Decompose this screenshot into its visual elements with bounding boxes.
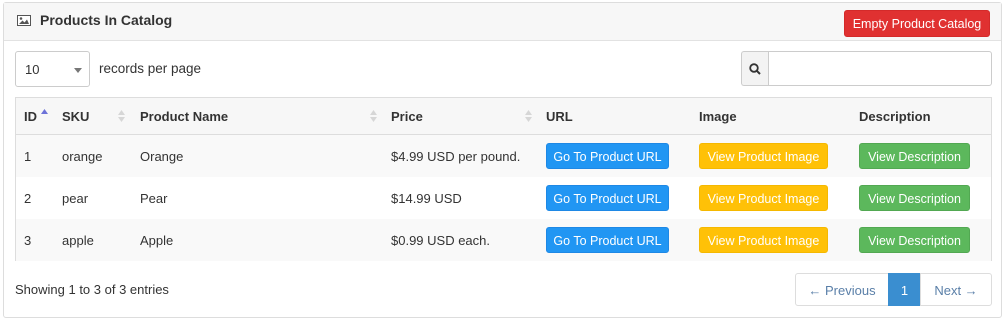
search-addon xyxy=(741,51,768,86)
page-1-button[interactable]: 1 xyxy=(888,273,921,306)
table-row: 2 pear Pear $14.99 USD Go To Product URL… xyxy=(16,177,991,219)
cell-id: 1 xyxy=(24,149,32,164)
entries-info: Showing 1 to 3 of 3 entries xyxy=(15,282,169,297)
view-description-button[interactable]: View Description xyxy=(859,227,970,253)
cell-product-name: Pear xyxy=(140,191,168,206)
table-header: ID SKU Product Name Price URL Image Desc… xyxy=(16,98,991,135)
cell-sku: apple xyxy=(62,233,94,248)
header-price[interactable]: Price xyxy=(391,109,423,124)
cell-price: $4.99 USD per pound. xyxy=(391,149,521,164)
header-sku[interactable]: SKU xyxy=(62,109,89,124)
view-product-image-button[interactable]: View Product Image xyxy=(699,143,828,169)
search-input[interactable] xyxy=(768,51,992,86)
header-id[interactable]: ID xyxy=(24,109,37,124)
records-per-page-value: 10 xyxy=(25,62,40,77)
cell-id: 2 xyxy=(24,191,32,206)
next-page-button[interactable]: Next → xyxy=(920,273,992,306)
cell-product-name: Apple xyxy=(140,233,174,248)
sort-asc-icon[interactable] xyxy=(41,109,48,123)
sort-icon[interactable] xyxy=(525,109,532,123)
table-row: 1 orange Orange $4.99 USD per pound. Go … xyxy=(16,135,991,177)
empty-catalog-button[interactable]: Empty Product Catalog xyxy=(844,10,990,37)
cell-price: $14.99 USD xyxy=(391,191,462,206)
records-per-page-label: records per page xyxy=(99,61,202,76)
header-image: Image xyxy=(699,109,737,124)
view-product-image-button[interactable]: View Product Image xyxy=(699,227,828,253)
panel-header: Products In Catalog Empty Product Catalo… xyxy=(4,3,1001,41)
cell-sku: pear xyxy=(62,191,89,206)
go-to-product-url-button[interactable]: Go To Product URL xyxy=(546,185,669,211)
view-description-button[interactable]: View Description xyxy=(859,143,970,169)
image-icon xyxy=(17,15,31,26)
header-url: URL xyxy=(546,109,573,124)
sort-icon[interactable] xyxy=(370,109,377,123)
header-description: Description xyxy=(859,109,931,124)
go-to-product-url-button[interactable]: Go To Product URL xyxy=(546,227,669,253)
cell-sku: orange xyxy=(62,149,103,164)
chevron-down-icon xyxy=(74,68,82,73)
products-panel: Products In Catalog Empty Product Catalo… xyxy=(3,2,1002,318)
records-per-page-select[interactable]: 10 xyxy=(15,51,90,87)
search-icon xyxy=(749,63,761,75)
products-table: ID SKU Product Name Price URL Image Desc… xyxy=(15,97,992,261)
sort-icon[interactable] xyxy=(118,109,125,123)
cell-id: 3 xyxy=(24,233,32,248)
view-product-image-button[interactable]: View Product Image xyxy=(699,185,828,211)
panel-title: Products In Catalog xyxy=(40,12,173,28)
cell-price: $0.99 USD each. xyxy=(391,233,491,248)
go-to-product-url-button[interactable]: Go To Product URL xyxy=(546,143,669,169)
header-product-name[interactable]: Product Name xyxy=(140,109,228,124)
cell-product-name: Orange xyxy=(140,149,184,164)
previous-page-button[interactable]: ← Previous xyxy=(795,273,889,306)
view-description-button[interactable]: View Description xyxy=(859,185,970,211)
table-row: 3 apple Apple $0.99 USD each. Go To Prod… xyxy=(16,219,991,261)
